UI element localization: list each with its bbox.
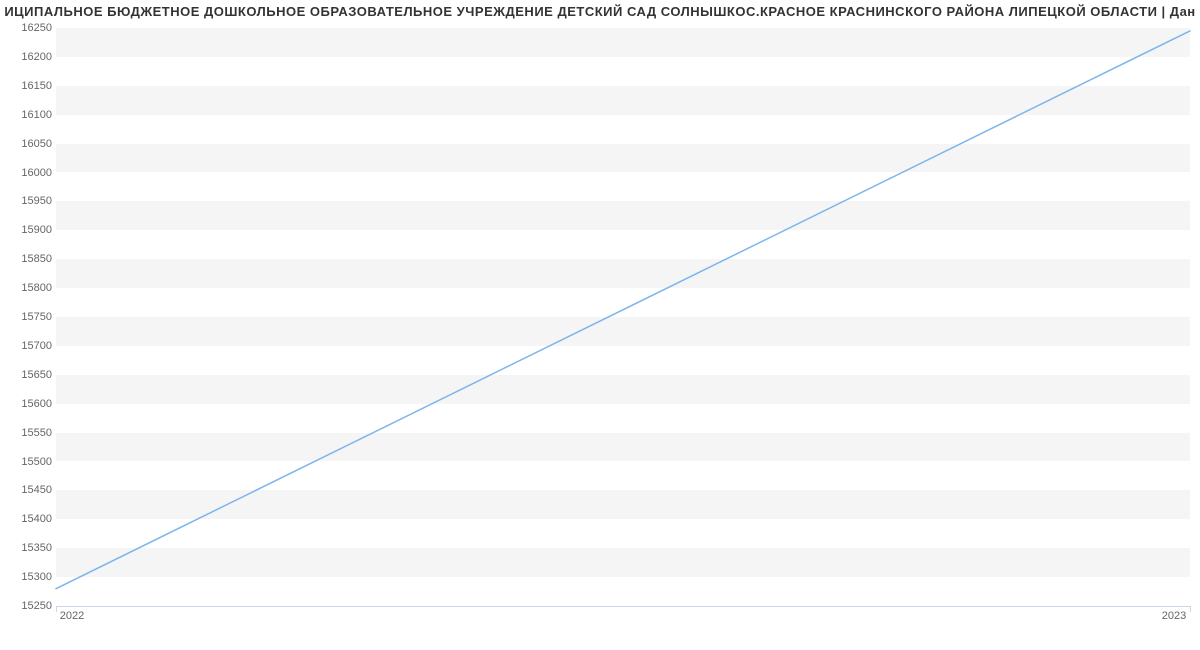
y-tick-label: 15850 — [4, 253, 52, 265]
y-tick-label: 15650 — [4, 369, 52, 381]
y-tick-label: 15750 — [4, 311, 52, 323]
y-tick-label: 15800 — [4, 282, 52, 294]
y-tick-label: 15550 — [4, 427, 52, 439]
y-tick-label: 15400 — [4, 513, 52, 525]
plot-area — [56, 28, 1190, 606]
line-series — [56, 28, 1190, 606]
y-tick-label: 15600 — [4, 398, 52, 410]
series-line — [56, 31, 1190, 589]
chart-container: ИЦИПАЛЬНОЕ БЮДЖЕТНОЕ ДОШКОЛЬНОЕ ОБРАЗОВА… — [0, 0, 1200, 650]
y-tick-label: 15500 — [4, 456, 52, 468]
y-tick-label: 15250 — [4, 600, 52, 612]
y-tick-label: 15350 — [4, 542, 52, 554]
y-tick-label: 16050 — [4, 138, 52, 150]
x-axis-line — [56, 606, 1190, 607]
x-tick-mark — [56, 606, 57, 612]
x-tick-label: 2023 — [1162, 610, 1186, 622]
y-tick-label: 16200 — [4, 51, 52, 63]
y-tick-label: 16150 — [4, 80, 52, 92]
x-tick-mark — [1190, 606, 1191, 612]
y-tick-label: 16250 — [4, 22, 52, 34]
y-tick-label: 16100 — [4, 109, 52, 121]
y-tick-label: 16000 — [4, 167, 52, 179]
y-tick-label: 15700 — [4, 340, 52, 352]
chart-title: ИЦИПАЛЬНОЕ БЮДЖЕТНОЕ ДОШКОЛЬНОЕ ОБРАЗОВА… — [0, 4, 1200, 19]
x-tick-label: 2022 — [60, 610, 84, 622]
y-tick-label: 15900 — [4, 224, 52, 236]
y-tick-label: 15950 — [4, 195, 52, 207]
y-tick-label: 15450 — [4, 484, 52, 496]
y-tick-label: 15300 — [4, 571, 52, 583]
